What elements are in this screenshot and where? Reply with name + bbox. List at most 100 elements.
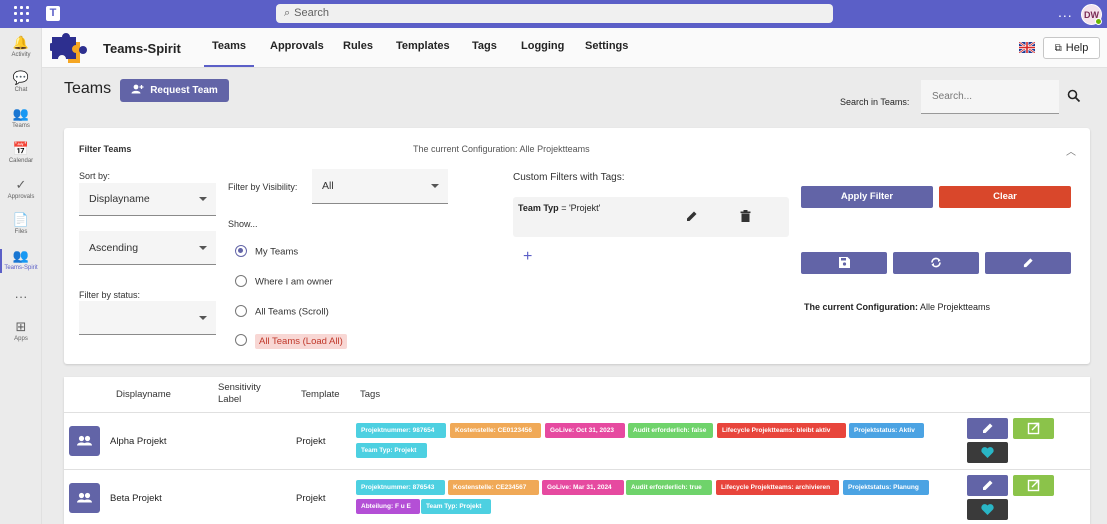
team-tag: GoLive: Mar 31, 2024 [542,480,624,495]
edit-tag-filter-icon[interactable] [686,210,698,222]
show-option-radio[interactable]: All Teams (Load All) [235,333,347,349]
tab-teams[interactable]: Teams [203,40,255,67]
team-displayname[interactable]: Alpha Projekt [110,436,167,447]
left-app-rail [0,28,42,524]
show-option-label: Where I am owner [255,276,333,288]
radio-button-icon[interactable] [235,334,247,346]
tab-templates[interactable]: Templates [396,40,450,52]
more-options-icon[interactable]: ... [1058,4,1073,20]
collapse-chevron-icon[interactable]: ︿ [1066,143,1076,158]
column-header-tags[interactable]: Tags [360,389,380,401]
page-title: Teams [64,80,112,97]
edit-team-button[interactable] [967,418,1008,439]
team-tag: GoLive: Oct 31, 2023 [545,423,625,438]
team-tag: Kostenstelle: CE0123456 [450,423,541,438]
reload-configuration-button[interactable] [893,252,979,274]
rail-item-approvals[interactable]: ✓ Approvals [0,177,42,201]
filter-by-visibility-value: All [322,180,334,192]
help-button[interactable]: ⧉ Help [1043,37,1100,59]
filter-by-status-select[interactable] [79,301,216,335]
show-label: Show... [228,219,258,229]
tab-logging[interactable]: Logging [521,40,564,52]
filter-by-visibility-select[interactable]: All [312,169,448,204]
sort-by-value: Displayname [89,193,150,205]
tab-approvals[interactable]: Approvals [270,40,324,52]
filter-teams-panel [64,128,1090,364]
open-team-button[interactable] [1013,475,1054,496]
app-launcher-icon[interactable] [14,6,30,22]
delete-tag-filter-icon[interactable] [740,210,751,222]
tab-settings[interactable]: Settings [585,40,628,52]
show-option-radio[interactable]: All Teams (Scroll) [235,305,329,318]
search-icon[interactable] [1067,89,1081,103]
team-tag: Projektnummer: 876543 [356,480,445,495]
table-row[interactable] [64,413,1090,469]
edit-configuration-button[interactable] [985,252,1071,274]
sort-by-label: Sort by: [79,171,111,181]
tag-filter-key: Team Typ [518,203,559,213]
add-tag-filter-icon[interactable]: + [523,249,532,265]
team-displayname[interactable]: Beta Projekt [110,493,162,504]
search-teams-input[interactable] [921,80,1059,114]
open-team-button[interactable] [1013,418,1054,439]
rail-item-more[interactable]: ··· [0,290,42,306]
avatar[interactable]: DW [1081,4,1102,25]
rail-item-teams[interactable]: 👥 Teams [0,106,42,130]
tag-filter-text: Team Typ = 'Projekt' [518,203,600,213]
rail-item-label: Calendar [8,158,34,164]
team-tag: Abteilung: F u E [356,499,420,514]
show-option-label: My Teams [255,246,299,258]
rail-item-chat[interactable]: 💬 Chat [0,71,42,94]
team-tag: Lifecycle Projektteams: bleibt aktiv [717,423,846,438]
open-external-icon [1027,422,1040,435]
edit-icon [983,480,993,490]
table-row[interactable] [64,470,1090,524]
dropdown-caret-icon [431,184,439,188]
radio-button-icon[interactable] [235,245,247,257]
tab-rules[interactable]: Rules [343,40,373,52]
current-configuration-text: The current Configuration: Alle Projektt… [804,302,990,312]
external-link-icon: ⧉ [1054,43,1062,54]
teams-logo-icon: T [46,6,60,21]
calendar-icon: 📅 [12,141,30,156]
tab-tags[interactable]: Tags [472,40,497,52]
apps-icon: ⊞ [15,319,27,334]
teams-icon: 👥 [12,106,30,121]
open-in-teams-button[interactable] [967,499,1008,520]
save-configuration-button[interactable] [801,252,887,274]
open-external-icon [1027,479,1040,492]
more-icon: ··· [14,289,28,304]
global-search-input[interactable]: ⌕ Search [276,4,833,23]
approvals-icon: ✓ [15,177,27,192]
rail-item-activity[interactable]: 🔔 Activity [0,36,42,59]
column-header-sensitivity-label[interactable]: Sensitivity Label [218,382,268,406]
team-tag: Team Typ: Projekt [356,443,427,458]
sort-order-select[interactable]: Ascending [79,231,216,265]
rail-item-apps[interactable]: ⊞ Apps [0,319,42,343]
apply-filter-button[interactable]: Apply Filter [801,186,933,208]
uk-flag-icon[interactable] [1019,42,1035,53]
save-icon [801,257,887,268]
tag-filter-value: = 'Projekt' [558,203,601,213]
clear-filter-button[interactable]: Clear [939,186,1071,208]
request-team-button[interactable]: Request Team [120,79,229,102]
rail-item-label: Activity [11,52,31,58]
show-option-radio[interactable]: My Teams [235,245,299,258]
column-header-template[interactable]: Template [301,389,340,401]
current-configuration-label: The current Configuration: [804,302,918,312]
dropdown-caret-icon [199,245,207,250]
rail-item-calendar[interactable]: 📅 Calendar [0,141,42,165]
rail-item-label: Approvals [7,194,35,200]
radio-button-icon[interactable] [235,275,247,287]
rail-item-teams-spirit[interactable]: 👥 Teams-Spirit [0,249,42,273]
show-option-radio[interactable]: Where I am owner [235,275,333,288]
radio-button-icon[interactable] [235,305,247,317]
app-name: Teams-Spirit [103,41,181,56]
column-header-displayname[interactable]: Displayname [116,389,171,401]
edit-team-button[interactable] [967,475,1008,496]
rail-item-label: Apps [14,336,28,342]
help-label: Help [1065,42,1089,54]
open-in-teams-button[interactable] [967,442,1008,463]
sort-by-select[interactable]: Displayname [79,183,216,216]
rail-item-files[interactable]: 📄 Files [0,213,42,236]
